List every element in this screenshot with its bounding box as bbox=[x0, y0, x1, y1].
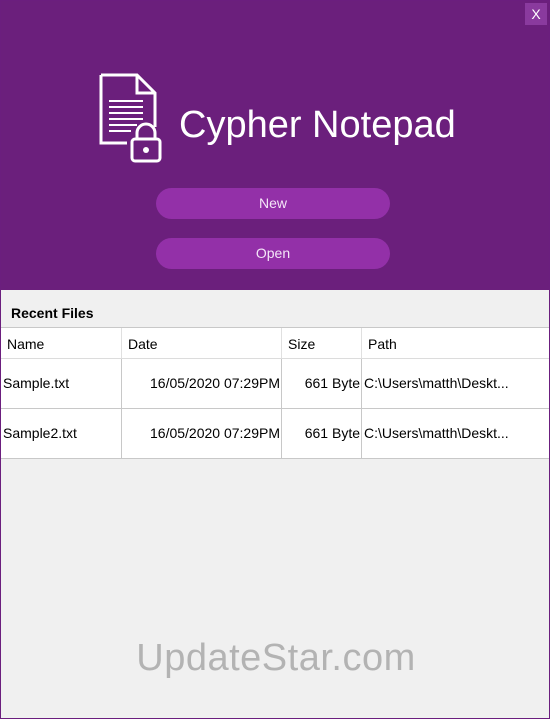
app-window: X Cypher Notepad New Open Recent Files N… bbox=[0, 0, 550, 719]
file-size-cell: 661 Byte bbox=[282, 409, 362, 458]
new-button[interactable]: New bbox=[156, 188, 390, 219]
table-header-row: Name Date Size Path bbox=[1, 328, 549, 359]
file-date-cell: 16/05/2020 07:29PM bbox=[122, 359, 282, 408]
file-path-cell: C:\Users\matth\Deskt... bbox=[364, 425, 509, 441]
watermark-text: UpdateStar.com bbox=[136, 637, 416, 679]
file-size-cell: 661 Byte bbox=[282, 359, 362, 408]
document-lock-icon bbox=[99, 73, 162, 163]
header-banner: X Cypher Notepad New Open bbox=[1, 1, 549, 290]
column-header-date[interactable]: Date bbox=[122, 328, 282, 358]
file-name-cell: Sample2.txt bbox=[1, 409, 122, 458]
column-header-path[interactable]: Path bbox=[362, 328, 549, 358]
open-button[interactable]: Open bbox=[156, 238, 390, 269]
close-button[interactable]: X bbox=[525, 3, 547, 25]
app-title: Cypher Notepad bbox=[179, 104, 456, 146]
table-row[interactable]: Sample2.txt 16/05/2020 07:29PM 661 Byte … bbox=[1, 409, 549, 459]
recent-files-table: Name Date Size Path Sample.txt 16/05/202… bbox=[1, 327, 549, 459]
table-row[interactable]: Sample.txt 16/05/2020 07:29PM 661 Byte C… bbox=[1, 359, 549, 409]
column-header-name[interactable]: Name bbox=[1, 328, 122, 358]
file-name-cell: Sample.txt bbox=[1, 359, 122, 408]
recent-files-title: Recent Files bbox=[11, 305, 94, 321]
file-path-cell: C:\Users\matth\Deskt... bbox=[364, 375, 509, 391]
file-date-cell: 16/05/2020 07:29PM bbox=[122, 409, 282, 458]
column-header-size[interactable]: Size bbox=[282, 328, 362, 358]
